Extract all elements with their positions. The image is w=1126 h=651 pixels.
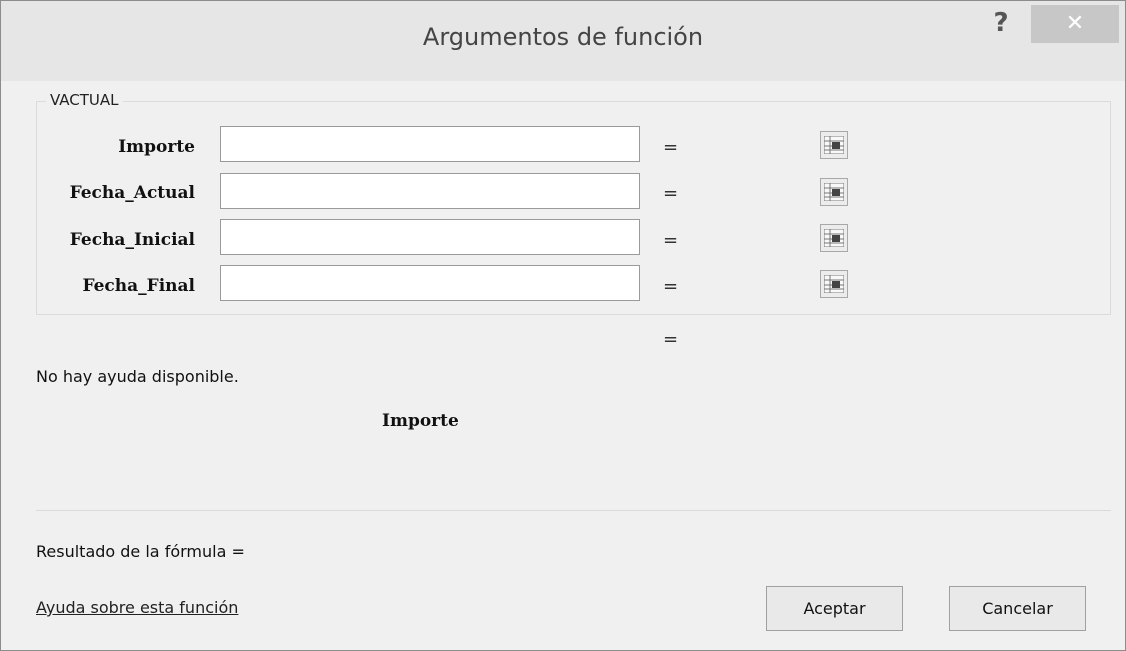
function-arguments-dialog: Argumentos de función ? ✕ VACTUAL Import… [0,0,1126,651]
cancel-button[interactable]: Cancelar [949,586,1086,631]
separator [36,510,1111,511]
ok-button[interactable]: Aceptar [766,586,903,631]
argument-equals-importe: = [663,137,679,158]
argument-equals-fecha-inicial: = [663,230,679,251]
argument-label-fecha-final: Fecha_Final [82,276,195,296]
argument-input-fecha-inicial[interactable] [220,219,848,255]
argument-label-fecha-inicial: Fecha_Inicial [69,230,195,250]
range-select-icon[interactable] [820,131,848,159]
formula-result: Resultado de la fórmula = [36,542,245,561]
argument-input-fecha-final[interactable] [220,265,848,301]
function-result-equals: = [663,329,679,350]
argument-label-importe: Importe [118,137,195,157]
function-help-link[interactable]: Ayuda sobre esta función [36,598,238,617]
range-select-icon[interactable] [820,224,848,252]
help-button[interactable]: ? [976,5,1026,41]
dialog-title: Argumentos de función [422,23,704,51]
range-select-icon[interactable] [820,178,848,206]
title-bar: Argumentos de función ? ✕ [1,1,1125,81]
function-name: VACTUAL [46,91,123,109]
argument-equals-fecha-final: = [663,276,679,297]
current-argument-name: Importe [382,411,459,431]
range-select-icon[interactable] [820,270,848,298]
argument-equals-fecha-actual: = [663,183,679,204]
argument-label-fecha-actual: Fecha_Actual [69,183,195,203]
argument-input-importe[interactable] [220,126,848,162]
close-button[interactable]: ✕ [1031,5,1119,43]
function-help-text: No hay ayuda disponible. [36,367,239,386]
argument-input-fecha-actual[interactable] [220,173,848,209]
